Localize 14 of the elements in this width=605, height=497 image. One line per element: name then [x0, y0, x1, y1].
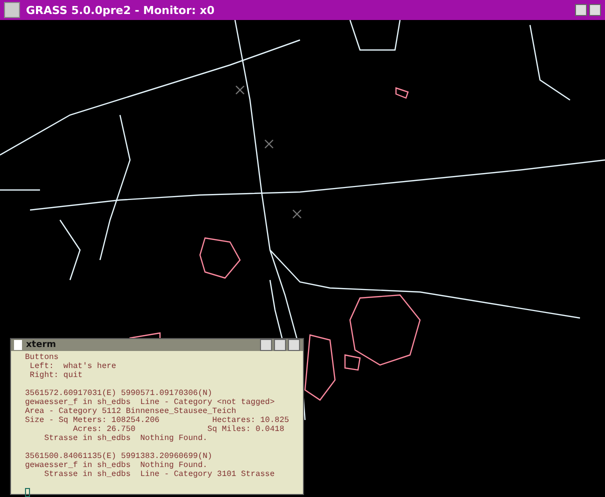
terminal-line: 3561500.84061135(E) 5991383.20960699(N) — [25, 452, 212, 461]
window-title: GRASS 5.0.0pre2 - Monitor: x0 — [26, 4, 216, 16]
terminal-line: Right: quit — [28, 371, 83, 380]
terminal-line: Area - Category 5112 Binnensee_Stausee_Teich — [25, 407, 236, 416]
terminal-line: Buttons — [25, 353, 59, 362]
terminal-line: Acres: 26.750 Sq Miles: 0.0418 — [72, 425, 284, 434]
terminal-title: xterm — [26, 340, 58, 350]
terminal-line: Strasse in sh_edbs Line - Category 3101 Strasse — [43, 470, 275, 479]
terminal-line: gewaesser_f in sh_edbs Line - Category <not tagged> — [25, 398, 275, 407]
terminal-line: Strasse in sh_edbs Nothing Found. — [43, 434, 208, 443]
terminal-line: Left: what's here — [28, 362, 116, 371]
terminal-line: 3561572.60917031(E) 5990571.09170306(N) — [25, 389, 212, 398]
terminal-line: gewaesser_f in sh_edbs Nothing Found. — [25, 461, 208, 470]
terminal-line: Size - Sq Meters: 108254.206 Hectares: 10.825 — [25, 416, 290, 425]
